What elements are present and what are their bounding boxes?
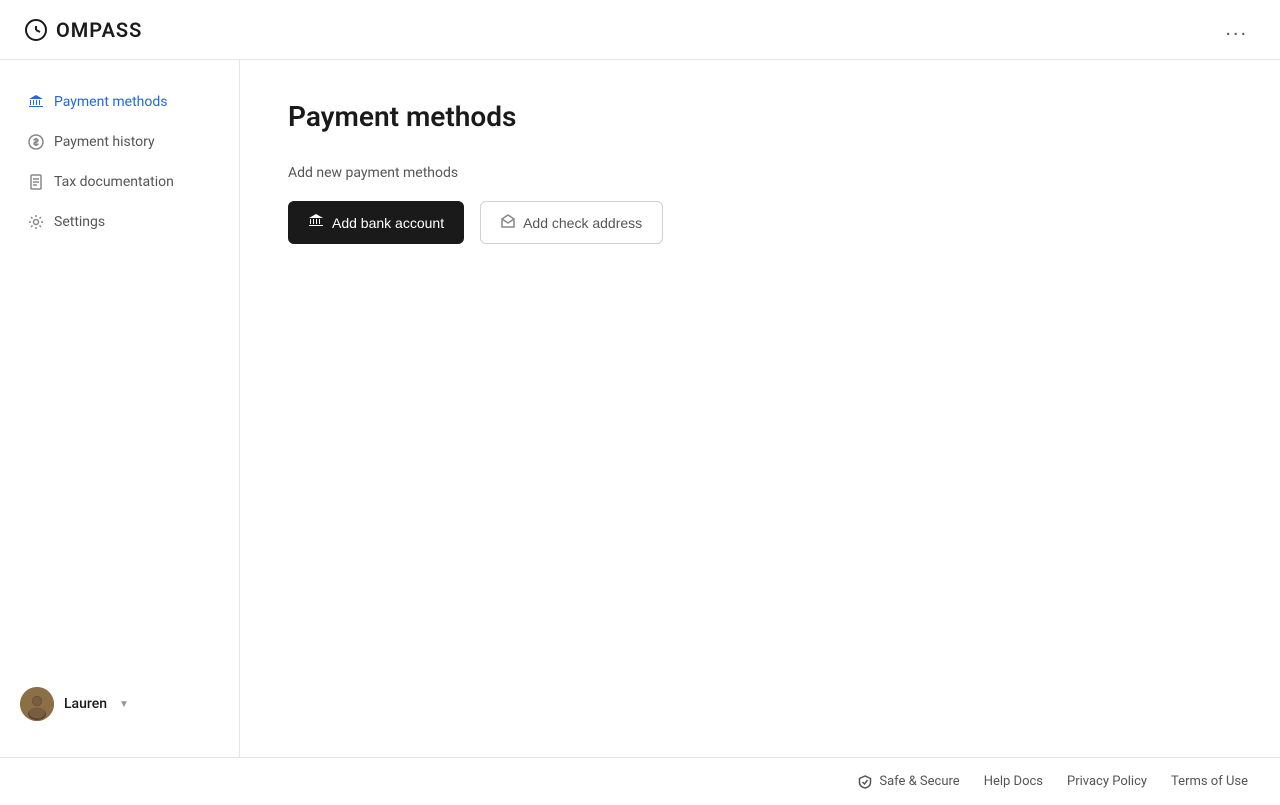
main-content: Payment methods Add new payment methods …: [240, 60, 1280, 757]
privacy-policy-link[interactable]: Privacy Policy: [1067, 774, 1147, 789]
app-logo: OMPASS: [24, 18, 142, 42]
document-icon: [28, 174, 44, 190]
avatar-svg: [20, 687, 54, 721]
more-menu-button[interactable]: ...: [1217, 14, 1256, 45]
sidebar-item-payment-history[interactable]: Payment history: [8, 124, 231, 160]
chevron-down-icon: ▼: [119, 699, 129, 710]
sidebar-label-payment-methods: Payment methods: [54, 94, 167, 110]
page-title: Payment methods: [288, 100, 1232, 133]
help-docs-text: Help Docs: [984, 774, 1043, 789]
sidebar-item-settings[interactable]: Settings: [8, 204, 231, 240]
dollar-icon: [28, 134, 44, 150]
gear-icon: [28, 214, 44, 230]
sidebar-nav: Payment methods Payment history: [0, 84, 239, 240]
terms-of-use-link[interactable]: Terms of Use: [1171, 774, 1248, 789]
app-header: OMPASS ...: [0, 0, 1280, 60]
privacy-policy-text: Privacy Policy: [1067, 774, 1147, 789]
sidebar-label-payment-history: Payment history: [54, 134, 155, 150]
help-docs-link[interactable]: Help Docs: [984, 774, 1043, 789]
bank-account-icon: [308, 213, 324, 232]
avatar-image: [20, 687, 54, 721]
sidebar-label-tax-documentation: Tax documentation: [54, 174, 174, 190]
bank-icon: [28, 94, 44, 110]
avatar: [20, 687, 54, 721]
sidebar-label-settings: Settings: [54, 214, 105, 230]
safe-secure-link[interactable]: Safe & Secure: [857, 774, 959, 790]
sidebar-item-tax-documentation[interactable]: Tax documentation: [8, 164, 231, 200]
app-footer: Safe & Secure Help Docs Privacy Policy T…: [0, 757, 1280, 805]
add-check-address-button[interactable]: Add check address: [480, 201, 663, 244]
shield-icon: [857, 774, 873, 790]
user-profile[interactable]: Lauren ▼: [0, 675, 239, 733]
user-name: Lauren: [64, 696, 107, 712]
safe-secure-text: Safe & Secure: [879, 774, 959, 789]
check-address-icon: [501, 214, 515, 231]
sidebar-item-payment-methods[interactable]: Payment methods: [8, 84, 231, 120]
sidebar: Payment methods Payment history: [0, 60, 240, 757]
add-bank-account-button[interactable]: Add bank account: [288, 201, 464, 244]
action-buttons: Add bank account Add check address: [288, 201, 1232, 244]
add-methods-subtitle: Add new payment methods: [288, 165, 1232, 181]
terms-of-use-text: Terms of Use: [1171, 774, 1248, 789]
logo-icon: [24, 18, 48, 42]
logo-text: OMPASS: [56, 18, 142, 42]
